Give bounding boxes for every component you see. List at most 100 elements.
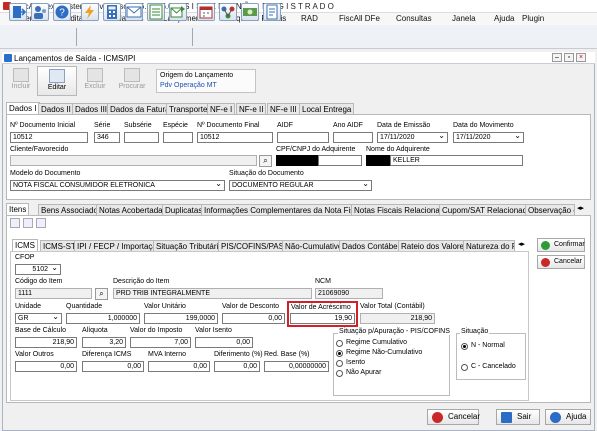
ano-aidf-input[interactable] — [333, 132, 373, 143]
tab-transporte[interactable]: Transporte — [166, 103, 211, 114]
num-doc-inicial-input[interactable]: 10512 — [10, 132, 88, 143]
menu-janela[interactable]: Janela — [452, 14, 476, 23]
cash-icon[interactable] — [241, 3, 259, 21]
delete-item-icon[interactable] — [36, 218, 46, 228]
excluir-button[interactable]: Excluir — [78, 66, 112, 96]
confirmar-button[interactable]: Confirmar — [537, 238, 585, 252]
search-item-button[interactable]: ⌕ — [95, 288, 108, 300]
tab-ipi-fecp[interactable]: IPI / FECP / Importação — [74, 240, 165, 251]
menu-plugin[interactable]: Plugin — [522, 14, 544, 23]
users-icon[interactable] — [31, 3, 49, 21]
valor-unitario-input[interactable]: 199,0000 — [144, 313, 218, 324]
restore-button[interactable]: ▫ — [564, 53, 574, 62]
tab-observacao[interactable]: Observação de — [525, 204, 575, 215]
valor-acrescimo-input[interactable]: 19,90 — [290, 313, 355, 324]
procurar-button[interactable]: Procurar — [113, 66, 151, 96]
mva-interno-input[interactable]: 0,00 — [148, 361, 210, 372]
valor-outros-input[interactable]: 0,00 — [15, 361, 77, 372]
especie-input[interactable] — [163, 132, 193, 143]
item-tabs-scroll-arrows[interactable]: ◂▸ — [518, 240, 525, 248]
radio-regime-nao-cumulativo[interactable] — [336, 350, 343, 357]
data-emissao-picker[interactable]: 17/11/2020 — [377, 132, 448, 143]
valor-imposto-input[interactable]: 7,00 — [130, 337, 191, 348]
tab-nao-cumulativo[interactable]: Não-Cumulativo — [282, 240, 346, 251]
procurar-label: Procurar — [118, 83, 146, 90]
cpf-adquirente-input[interactable] — [318, 155, 362, 166]
minimize-button[interactable]: – — [552, 53, 562, 62]
valor-isento-input[interactable]: 0,00 — [195, 337, 253, 348]
help-icon[interactable]: ? — [53, 3, 71, 21]
tab-local-entrega[interactable]: Local Entrega — [299, 103, 355, 114]
cfop-select[interactable]: 5102 — [15, 264, 61, 275]
ajuda-button[interactable]: Ajuda — [545, 409, 591, 425]
tab-dados-i[interactable]: Dados I — [6, 102, 40, 114]
tab-dados-contabeis[interactable]: Dados Contábeis — [339, 240, 407, 251]
valor-total-input[interactable]: 218,90 — [360, 313, 435, 324]
tabs-scroll-arrows[interactable]: ◂▸ — [577, 204, 584, 212]
situacao-doc-select[interactable]: DOCUMENTO REGULAR — [229, 180, 372, 191]
tab-nfe-i[interactable]: NF-e I — [207, 103, 236, 114]
menu-consultas[interactable]: Consultas — [396, 14, 432, 23]
base-calculo-input[interactable]: 218,90 — [15, 337, 77, 348]
incluir-button[interactable]: Incluir — [6, 66, 36, 96]
tab-cupom-sat[interactable]: Cupom/SAT Relacionados — [439, 204, 539, 215]
unidade-select[interactable]: GR — [15, 313, 62, 324]
radio-regime-cumulativo[interactable] — [336, 340, 343, 347]
tab-icms[interactable]: ICMS — [12, 239, 38, 251]
document-icon[interactable] — [263, 3, 281, 21]
tab-nfe-iii[interactable]: NF-e III — [267, 103, 300, 114]
red-base-input[interactable]: 0,00000000 — [264, 361, 329, 372]
calculator-icon[interactable] — [103, 3, 121, 21]
tab-notas-acobertadas[interactable]: Notas Acobertadas — [96, 204, 170, 215]
mail-arrow-icon[interactable] — [169, 3, 187, 21]
mail-icon[interactable] — [125, 3, 143, 21]
editar-button[interactable]: Editar — [37, 66, 77, 96]
tab-natureza[interactable]: Natureza do F — [463, 240, 515, 251]
quantidade-input[interactable]: 1,000000 — [66, 313, 140, 324]
valor-desconto-input[interactable]: 0,00 — [222, 313, 285, 324]
cliente-input[interactable] — [10, 155, 257, 166]
menu-fiscall-dfe[interactable]: FiscAll DFe — [339, 14, 380, 23]
search-cliente-button[interactable]: ⌕ — [259, 155, 272, 167]
tab-dados-ii[interactable]: Dados II — [38, 103, 74, 114]
cancelar-button[interactable]: Cancelar — [427, 409, 480, 425]
aidf-input[interactable] — [277, 132, 329, 143]
aliquota-input[interactable]: 3,20 — [82, 337, 126, 348]
diferenca-icms-input[interactable]: 0,00 — [82, 361, 144, 372]
menu-rad[interactable]: RAD — [301, 14, 318, 23]
tab-bens-associados[interactable]: Bens Associados — [38, 204, 105, 215]
sheet-icon[interactable] — [147, 3, 165, 21]
tab-situacao-tributaria[interactable]: Situação Tributária — [153, 240, 226, 251]
network-icon[interactable] — [219, 3, 237, 21]
num-doc-final-input[interactable]: 10512 — [197, 132, 273, 143]
nome-adquirente-input[interactable]: KELLER — [390, 155, 523, 166]
serie-input[interactable]: 346 — [94, 132, 120, 143]
edit-item-icon[interactable] — [23, 218, 33, 228]
descricao-item-input[interactable]: PRD TRIB INTEGRALMENTE — [113, 288, 312, 299]
radio-nao-apurar[interactable] — [336, 370, 343, 377]
data-movimento-picker[interactable]: 17/11/2020 — [453, 132, 524, 143]
radio-cancelado[interactable] — [461, 364, 468, 371]
diferimento-input[interactable]: 0,00 — [214, 361, 260, 372]
calendar-icon[interactable] — [197, 3, 215, 21]
tab-dados-fatura[interactable]: Dados da Fatura — [107, 103, 173, 114]
modelo-select[interactable]: NOTA FISCAL CONSUMIDOR ELETRONICA — [10, 180, 225, 191]
ncm-input[interactable]: 21069090 — [315, 288, 383, 299]
tab-info-complementares[interactable]: Informações Complementares da Nota Fisca… — [201, 204, 368, 215]
tab-itens[interactable]: Itens — [6, 203, 30, 215]
cancelar-item-button[interactable]: Cancelar — [537, 255, 585, 269]
close-button[interactable]: × — [576, 53, 586, 62]
sair-button[interactable]: Sair — [496, 409, 540, 425]
tab-rateio-valores[interactable]: Rateio dos Valores — [398, 240, 471, 251]
subserie-input[interactable] — [124, 132, 159, 143]
tab-dados-iii[interactable]: Dados III — [72, 103, 111, 114]
tab-nfe-ii[interactable]: NF-e II — [236, 103, 267, 114]
menu-ajuda[interactable]: Ajuda — [494, 14, 514, 23]
radio-isento[interactable] — [336, 360, 343, 367]
lightning-icon[interactable] — [81, 3, 99, 21]
add-item-icon[interactable] — [10, 218, 20, 228]
tab-duplicatas[interactable]: Duplicatas — [162, 204, 206, 215]
exit-icon[interactable] — [9, 3, 27, 21]
radio-normal[interactable] — [461, 343, 468, 350]
codigo-item-input[interactable]: 1111 — [15, 288, 92, 299]
